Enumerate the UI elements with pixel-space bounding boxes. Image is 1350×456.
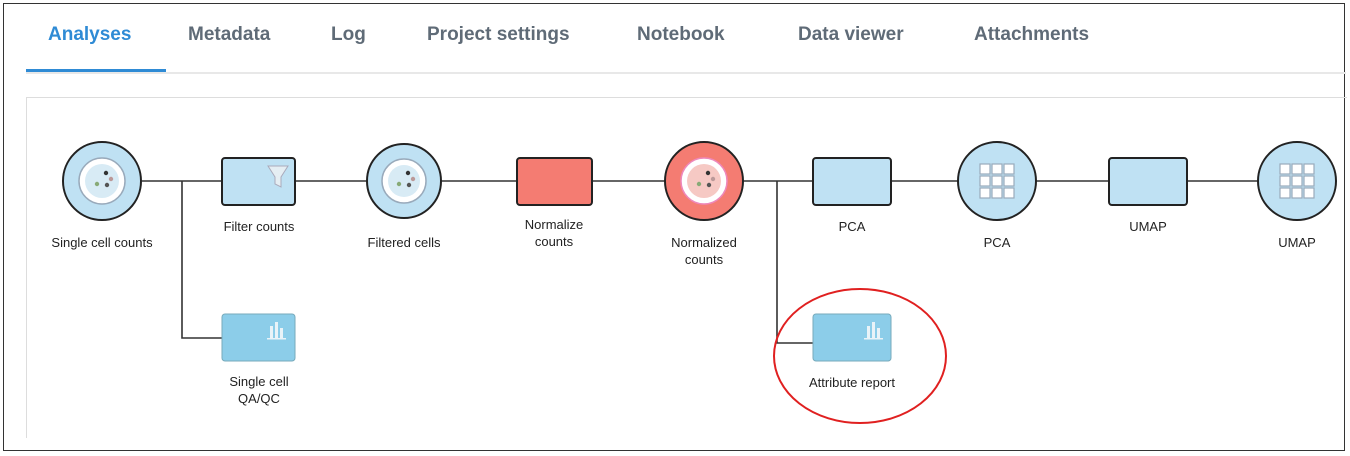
label-normalize-counts: Normalize counts [524, 217, 584, 249]
node-filter-counts[interactable] [221, 157, 296, 206]
label-pca-task: PCA [838, 219, 866, 234]
node-umap-task[interactable] [1108, 157, 1188, 206]
tab-data-viewer[interactable]: Data viewer [798, 24, 904, 46]
label-umap-task: UMAP [1129, 219, 1167, 234]
label-attribute-report: Attribute report [809, 375, 895, 390]
grid-icon [979, 163, 1015, 199]
label-umap-data: UMAP [1278, 235, 1316, 250]
label-filtered-cells: Filtered cells [367, 235, 441, 250]
single-cell-icon [381, 158, 427, 204]
tab-project-settings[interactable]: Project settings [427, 24, 570, 46]
node-filtered-cells[interactable] [366, 143, 442, 219]
node-normalize-counts[interactable] [516, 157, 593, 206]
tab-attachments[interactable]: Attachments [974, 24, 1089, 46]
node-pca-data[interactable] [957, 141, 1037, 221]
node-attribute-report[interactable] [812, 313, 892, 362]
tab-bar: Analyses Metadata Log Project settings N… [26, 22, 1346, 74]
app-frame: Analyses Metadata Log Project settings N… [3, 3, 1347, 451]
pipeline-canvas: Single cell counts Filter counts Filtere… [26, 97, 1347, 438]
single-cell-icon [680, 157, 728, 205]
label-normalized-counts: Normalized counts [671, 235, 737, 267]
single-cell-icon [78, 157, 126, 205]
label-single-cell-qaqc: Single cell QA/QC [229, 374, 289, 406]
tab-metadata[interactable]: Metadata [188, 24, 270, 46]
label-single-cell-counts: Single cell counts [51, 235, 153, 250]
grid-icon [1279, 163, 1315, 199]
node-normalized-counts[interactable] [664, 141, 744, 221]
node-pca-task[interactable] [812, 157, 892, 206]
node-umap-data[interactable] [1257, 141, 1337, 221]
label-filter-counts: Filter counts [223, 219, 295, 234]
active-tab-indicator [26, 69, 166, 72]
tab-analyses[interactable]: Analyses [48, 24, 131, 46]
node-single-cell-counts[interactable] [62, 141, 142, 221]
node-single-cell-qaqc[interactable] [221, 313, 296, 362]
pipeline-graph [62, 141, 1337, 424]
tab-log[interactable]: Log [331, 24, 366, 46]
label-pca-data: PCA [983, 235, 1011, 250]
tab-notebook[interactable]: Notebook [637, 24, 725, 46]
